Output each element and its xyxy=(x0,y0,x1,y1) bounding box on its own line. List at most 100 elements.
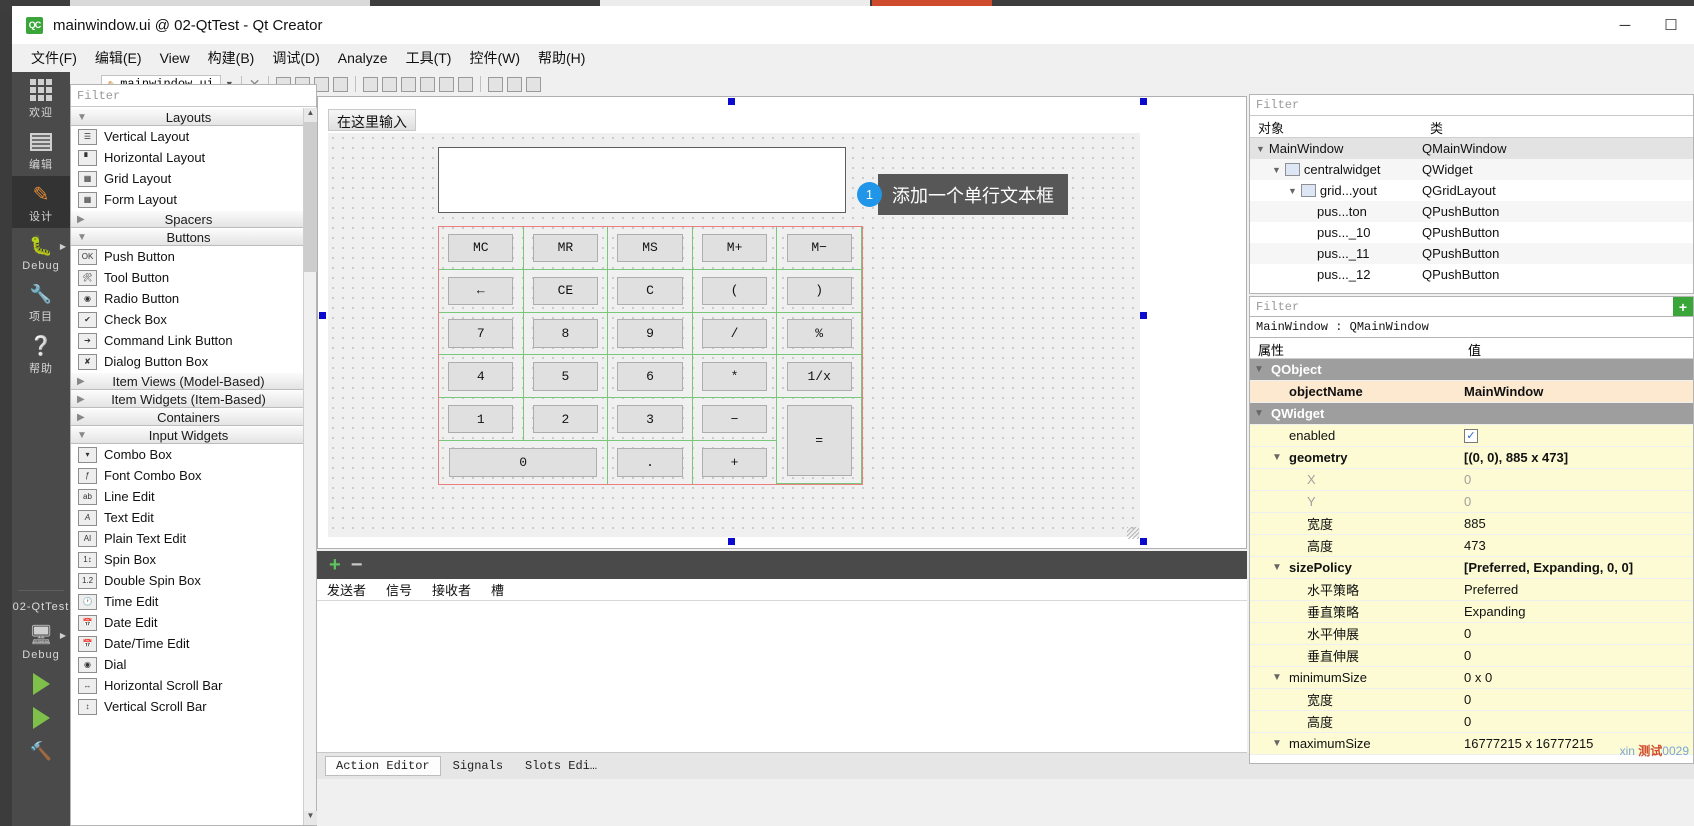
property-row-[interactable]: 宽度 885 xyxy=(1250,513,1693,535)
activity-item-pencil[interactable]: ✎ 设计 xyxy=(12,176,70,228)
property-row-Y[interactable]: Y0 xyxy=(1250,491,1693,513)
widget-item-text-edit[interactable]: A Text Edit xyxy=(71,507,316,528)
widget-item-radio-button[interactable]: ◉ Radio Button xyxy=(71,288,316,309)
calc-button-/[interactable]: / xyxy=(701,319,768,348)
bottom-tab-slots-edi[interactable]: Slots Edi… xyxy=(515,756,607,776)
bottom-tab-signals[interactable]: Signals xyxy=(443,756,513,776)
calc-button-6[interactable]: 6 xyxy=(617,362,683,391)
activity-item-wrench[interactable]: 🔧 项目 xyxy=(12,276,70,328)
chevron-down-icon[interactable]: ▼ xyxy=(1272,672,1284,683)
widget-item-font-combo-box[interactable]: ƒ Font Combo Box xyxy=(71,465,316,486)
scroll-thumb[interactable] xyxy=(304,122,317,272)
object-row-puston[interactable]: pus...ton QPushButton xyxy=(1250,201,1693,222)
run-triangle-button[interactable] xyxy=(12,665,70,699)
hammer-button[interactable]: 🔨 xyxy=(12,733,70,766)
object-row-pus_10[interactable]: pus..._10 QPushButton xyxy=(1250,222,1693,243)
object-inspector-filter-input[interactable]: Filter xyxy=(1250,95,1693,116)
form-design-canvas[interactable]: 在这里输入 MC MR MS M+ M− ← CE C() 7 8 9/% 4 5 6 * 1/x 1 2 3− = 0… xyxy=(317,96,1247,549)
selection-handle-top-right[interactable] xyxy=(1140,98,1147,105)
chevron-down-icon[interactable]: ▼ xyxy=(1272,562,1284,573)
widget-item-plain-text-edit[interactable]: AI Plain Text Edit xyxy=(71,528,316,549)
menu-item-analyze[interactable]: Analyze xyxy=(329,46,397,70)
result-line-edit[interactable] xyxy=(438,147,846,213)
property-row-[interactable]: 水平策略 Preferred xyxy=(1250,579,1693,601)
widget-item-horizontal-layout[interactable]: ▘ Horizontal Layout xyxy=(71,147,316,168)
signal-slot-column-header[interactable]: 发送者 xyxy=(317,580,376,599)
widget-item-vertical-layout[interactable]: ☰ Vertical Layout xyxy=(71,126,316,147)
property-row-X[interactable]: X0 xyxy=(1250,469,1693,491)
widget-group-input-widgets[interactable]: ▼ Input Widgets xyxy=(71,426,316,444)
calc-button-Mk[interactable]: M− xyxy=(786,233,852,263)
bottom-tab-action-editor[interactable]: Action Editor xyxy=(325,756,441,776)
selection-handle-bottom[interactable] xyxy=(728,538,735,545)
calc-button-C[interactable]: C xyxy=(617,276,683,305)
scroll-down-arrow-icon[interactable]: ▼ xyxy=(304,811,317,825)
layout-vertical-icon[interactable] xyxy=(381,76,397,92)
property-row-QWidget[interactable]: ▼ QWidget xyxy=(1250,403,1693,425)
calculator-grid-layout[interactable]: MC MR MS M+ M− ← CE C () 7 8 9 /% 4 5 6 * 1/x 1 2 3− = 0. + xyxy=(438,226,863,485)
activity-item-document[interactable]: 编辑 xyxy=(12,124,70,176)
object-row-gridyout[interactable]: ▼ grid...yout QGridLayout xyxy=(1250,180,1693,201)
widget-group-item-views-model-based[interactable]: ▶ Item Views (Model-Based) xyxy=(71,372,316,390)
calc-button-k[interactable]: ( xyxy=(701,276,768,305)
widget-group-layouts[interactable]: ▼ Layouts xyxy=(71,108,316,126)
menu-item-view[interactable]: View xyxy=(151,46,199,70)
calc-button-1/x[interactable]: 1/x xyxy=(786,362,852,391)
widget-item-form-layout[interactable]: ▦ Form Layout xyxy=(71,189,316,210)
widget-item-vertical-scroll-bar[interactable]: ↕ Vertical Scroll Bar xyxy=(71,696,316,717)
chevron-down-icon[interactable]: ▼ xyxy=(1254,364,1266,375)
signal-slot-body[interactable] xyxy=(317,601,1247,753)
calc-button-7[interactable]: 7 xyxy=(448,319,514,348)
signal-slot-column-header[interactable]: 信号 xyxy=(376,580,422,599)
calc-button-1[interactable]: 1 xyxy=(448,405,514,434)
property-row-[interactable]: 宽度 0 xyxy=(1250,689,1693,711)
widget-item-combo-box[interactable]: ▾ Combo Box xyxy=(71,444,316,465)
calc-button-.[interactable]: . xyxy=(617,448,683,478)
break-layout-icon[interactable] xyxy=(487,76,503,92)
widget-item-grid-layout[interactable]: ▦ Grid Layout xyxy=(71,168,316,189)
preview-icon[interactable] xyxy=(525,76,541,92)
property-row-minimumSize[interactable]: ▼ minimumSize 0 x 0 xyxy=(1250,667,1693,689)
property-row-[interactable]: 高度 473 xyxy=(1250,535,1693,557)
designed-form[interactable]: 在这里输入 MC MR MS M+ M− ← CE C() 7 8 9/% 4 5 6 * 1/x 1 2 3− = 0… xyxy=(326,101,1141,541)
calc-button-2[interactable]: 2 xyxy=(532,405,598,434)
maximize-button[interactable]: ☐ xyxy=(1648,6,1694,44)
chevron-down-icon[interactable]: ▼ xyxy=(1254,408,1266,419)
widget-group-buttons[interactable]: ▼ Buttons xyxy=(71,228,316,246)
calc-button-5[interactable]: 5 xyxy=(532,362,598,391)
selection-handle-right[interactable] xyxy=(1140,312,1147,319)
property-row-[interactable]: 水平伸展 0 xyxy=(1250,623,1693,645)
debug-run-button[interactable] xyxy=(12,699,70,733)
adjust-size-icon[interactable] xyxy=(506,76,522,92)
widget-item-time-edit[interactable]: 🕐 Time Edit xyxy=(71,591,316,612)
calc-button-MR[interactable]: MR xyxy=(532,233,598,263)
selection-handle-bottom-right[interactable] xyxy=(1140,538,1147,545)
layout-grid-icon[interactable] xyxy=(438,76,454,92)
chevron-down-icon[interactable]: ▼ xyxy=(1272,165,1281,175)
plus-icon[interactable]: + xyxy=(329,555,341,575)
layout-form-icon[interactable] xyxy=(457,76,473,92)
property-filter-input[interactable]: Filter xyxy=(1250,300,1673,314)
widget-item-dialog-button-box[interactable]: ✘ Dialog Button Box xyxy=(71,351,316,372)
chevron-down-icon[interactable]: ▼ xyxy=(1288,186,1297,196)
kit-selector[interactable]: 🖥 Debug ▶ xyxy=(12,617,70,665)
widget-box-list[interactable]: ▼ Layouts ☰ Vertical Layout ▘ Horizontal Layo… xyxy=(71,108,316,825)
object-row-pus_12[interactable]: pus..._12 QPushButton xyxy=(1250,264,1693,285)
widget-item-tool-button[interactable]: 🛠 Tool Button xyxy=(71,267,316,288)
calc-button-*[interactable]: * xyxy=(701,362,768,391)
object-row-pus_11[interactable]: pus..._11 QPushButton xyxy=(1250,243,1693,264)
edit-tab-order-icon[interactable] xyxy=(332,76,348,92)
property-row-[interactable]: 垂直伸展 0 xyxy=(1250,645,1693,667)
menu-item-b[interactable]: 构建(B) xyxy=(199,44,264,72)
layout-horizontal-icon[interactable] xyxy=(362,76,378,92)
widget-item-date-time-edit[interactable]: 📅 Date/Time Edit xyxy=(71,633,316,654)
object-row-MainWindow[interactable]: ▼ MainWindow QMainWindow xyxy=(1250,138,1693,159)
widget-box-scrollbar[interactable]: ▲ ▼ xyxy=(303,108,317,825)
calc-button-0[interactable]: 0 xyxy=(449,448,598,478)
widget-item-date-edit[interactable]: 📅 Date Edit xyxy=(71,612,316,633)
widget-item-command-link-button[interactable]: ➔ Command Link Button xyxy=(71,330,316,351)
layout-splitter-h-icon[interactable] xyxy=(400,76,416,92)
calc-button-MC[interactable]: MC xyxy=(448,233,514,263)
layout-splitter-v-icon[interactable] xyxy=(419,76,435,92)
calc-button-MS[interactable]: MS xyxy=(617,233,683,263)
